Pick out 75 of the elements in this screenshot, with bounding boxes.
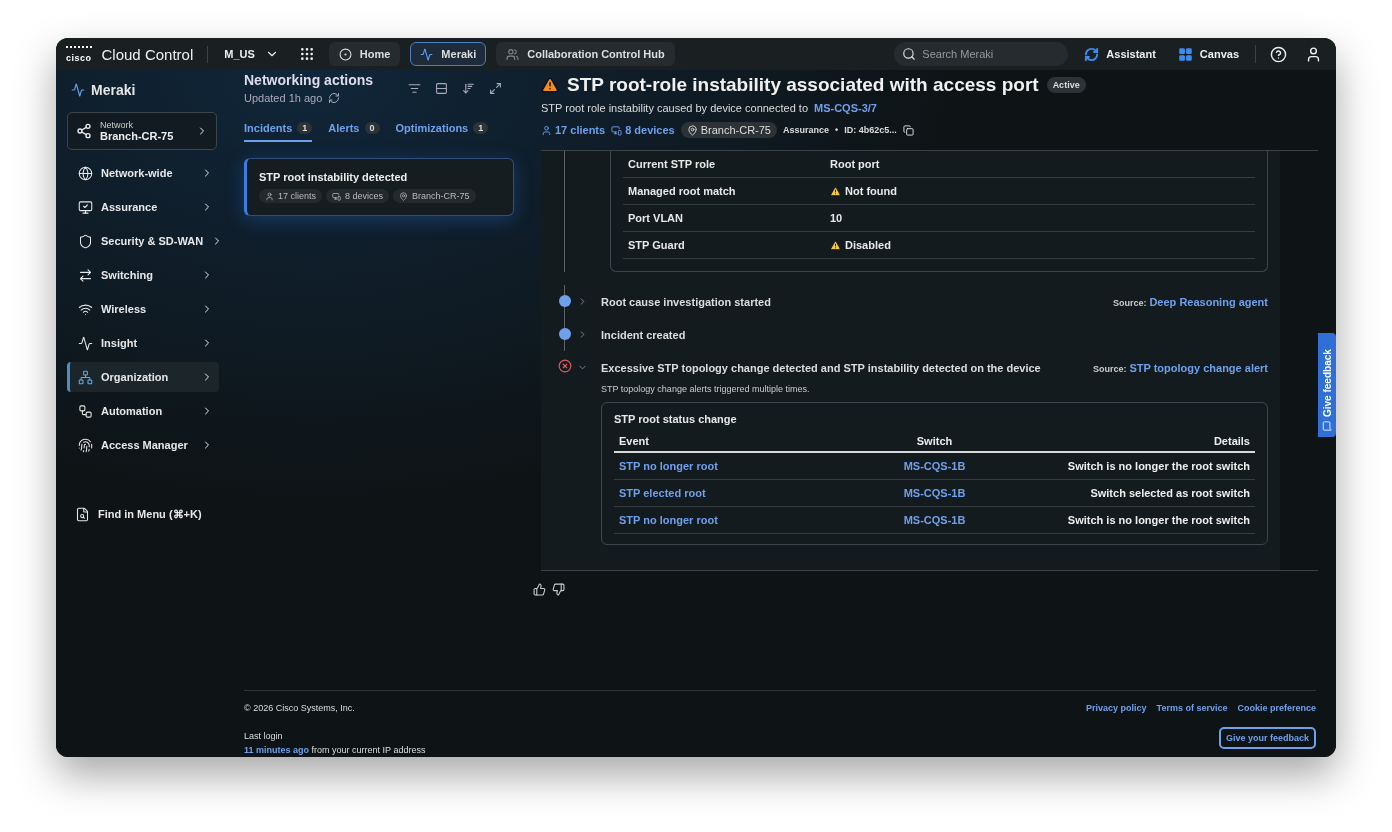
- copyright: © 2026 Cisco Systems, Inc.: [244, 703, 356, 713]
- table-cell-text: Switch is no longer the root switch: [1066, 460, 1250, 472]
- network-selector[interactable]: Network Branch-CR-75: [67, 112, 217, 150]
- last-login-text: 11 minutes ago from your current IP address: [244, 745, 426, 755]
- nav-item[interactable]: Security & SD-WAN: [67, 226, 219, 256]
- detail-label: Current STP role: [628, 158, 717, 170]
- source-label: Source:: [1092, 363, 1127, 374]
- panel-tab[interactable]: Incidents 1: [244, 122, 313, 142]
- source-label: Source:: [1112, 297, 1147, 308]
- nav-item[interactable]: Insight: [67, 328, 219, 358]
- footer-link[interactable]: Terms of service: [1156, 703, 1228, 713]
- top-action[interactable]: Canvas: [1171, 46, 1245, 62]
- source-link[interactable]: Deep Reasoning agent: [1149, 295, 1268, 308]
- app-tab[interactable]: Collaboration Control Hub: [496, 42, 675, 66]
- table-title: STP root status change: [614, 413, 738, 425]
- location-chip: Branch-CR-75: [680, 122, 777, 138]
- clients-link[interactable]: 17 clients: [541, 124, 606, 136]
- status-badge: Active: [1046, 77, 1086, 93]
- event-title: Incident created: [600, 328, 687, 341]
- event-title: Excessive STP topology change detected and STP instability detected on the device: [600, 361, 1042, 374]
- nav-item[interactable]: Organization: [67, 362, 219, 392]
- detail-label: Managed root match: [628, 185, 737, 197]
- find-in-menu-link[interactable]: Find in Menu (⌘+K): [67, 506, 222, 523]
- product-label: Meraki: [91, 82, 136, 98]
- event-link[interactable]: STP no longer root: [619, 460, 830, 472]
- search-field[interactable]: Search Meraki: [894, 42, 1069, 66]
- event-link[interactable]: STP elected root: [619, 487, 830, 499]
- give-feedback-tab[interactable]: Give feedback: [1318, 333, 1336, 437]
- detail-value: Root port: [830, 158, 880, 170]
- detail-value: Disabled: [830, 239, 891, 251]
- last-login-label: Last login: [244, 731, 284, 741]
- category-label: Assurance: [783, 125, 830, 135]
- incident-card[interactable]: STP root instability detected 17 clients 8 devices Branch-CR-75: [244, 158, 514, 216]
- devices-link[interactable]: 8 devices: [611, 124, 675, 136]
- detail-value: Not found: [830, 185, 897, 197]
- incident-title: STP root-role instability associated with access port: [567, 74, 1039, 96]
- nav-item[interactable]: Access Manager: [67, 430, 219, 460]
- source-link[interactable]: STP topology change alert: [1129, 361, 1268, 374]
- login-time-link[interactable]: 11 minutes ago: [244, 745, 310, 755]
- top-action[interactable]: Assistant: [1078, 46, 1162, 62]
- brand-name: Cloud Control: [101, 45, 209, 63]
- nav-item[interactable]: Automation: [67, 396, 219, 426]
- separator-dot: •: [835, 125, 839, 135]
- nav-item[interactable]: Wireless: [67, 294, 219, 324]
- feedback-button[interactable]: Give your feedback: [1218, 727, 1316, 749]
- incident-summary: STP root role instability caused by device connected to: [541, 102, 808, 114]
- nav-item[interactable]: Assurance: [67, 192, 219, 222]
- org-selector[interactable]: M_US: [218, 47, 285, 61]
- panel-tab[interactable]: Optimizations 1: [395, 122, 489, 142]
- table-cell-text: Switch selected as root switch: [1089, 487, 1250, 499]
- incident-id: ID: 4b62c5...: [844, 125, 897, 135]
- detail-value: 10: [830, 212, 843, 224]
- detail-label: STP Guard: [628, 239, 686, 251]
- switch-link[interactable]: MS-CQS-1B: [829, 514, 1040, 526]
- event-title: Root cause investigation started: [600, 295, 772, 308]
- column-header: Event: [619, 435, 650, 447]
- table-cell-text: Switch is no longer the root switch: [1066, 514, 1250, 526]
- updated-time: Updated 1h ago: [244, 92, 323, 104]
- footer-link[interactable]: Privacy policy: [1086, 703, 1147, 713]
- nav-item[interactable]: Network-wide: [67, 158, 219, 188]
- panel-title: Networking actions: [244, 72, 374, 88]
- app-tab[interactable]: Home: [328, 42, 401, 66]
- app-tab[interactable]: Meraki: [410, 42, 487, 66]
- detail-label: Port VLAN: [628, 212, 684, 224]
- device-link[interactable]: MS-CQS-3/7: [814, 102, 877, 114]
- logo: cisco: [66, 45, 92, 63]
- switch-link[interactable]: MS-CQS-1B: [829, 460, 1040, 472]
- switch-link[interactable]: MS-CQS-1B: [829, 487, 1040, 499]
- footer-link[interactable]: Cookie preference: [1237, 703, 1316, 713]
- column-header: Details: [1212, 435, 1250, 447]
- event-link[interactable]: STP no longer root: [619, 514, 830, 526]
- panel-tab[interactable]: Alerts 0: [328, 122, 380, 142]
- column-header: Switch: [915, 435, 954, 447]
- nav-item[interactable]: Switching: [67, 260, 219, 290]
- event-description: STP topology change alerts triggered multiple times.: [601, 384, 811, 394]
